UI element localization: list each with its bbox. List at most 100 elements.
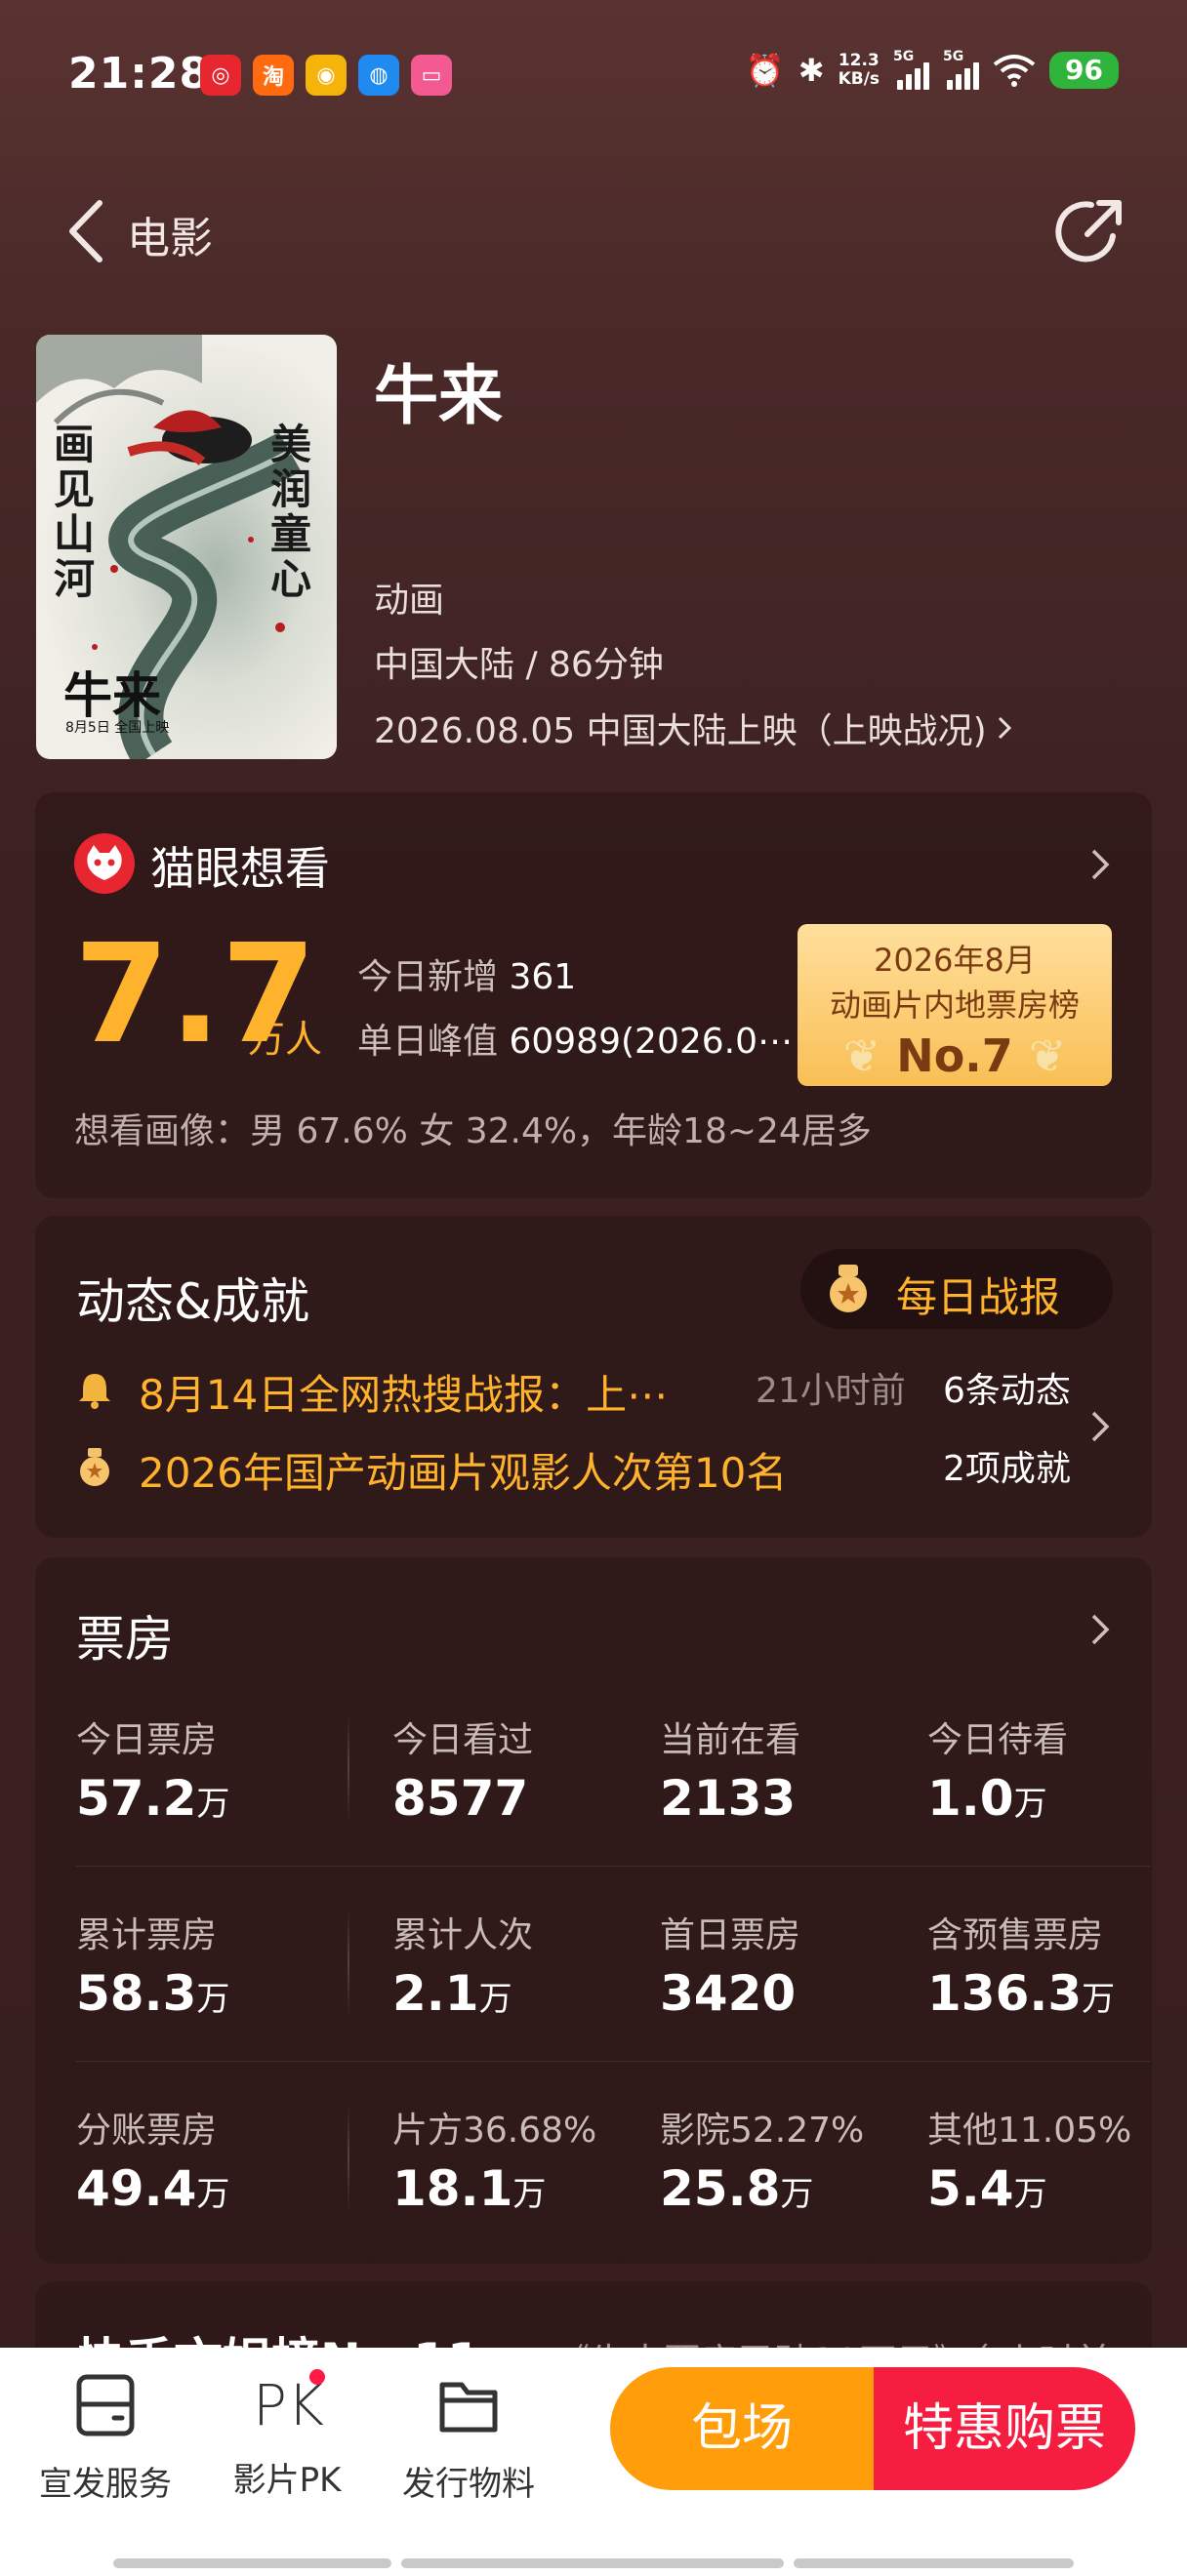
stat-value: 5.4万 bbox=[927, 2160, 1047, 2217]
laurel-icon: ❦ bbox=[842, 1029, 881, 1082]
movie-release-link[interactable]: 2026.08.05 中国大陆上映（上映战况) bbox=[374, 703, 1014, 753]
signal-icon: 5G bbox=[893, 49, 930, 90]
tab-promotion-service[interactable]: 宣发服务 bbox=[18, 2371, 193, 2505]
stat-value: 1.0万 bbox=[927, 1770, 1047, 1827]
nav-title[interactable]: 电影 bbox=[127, 203, 213, 265]
stat-other-share: 其他11.05% 5.4万 bbox=[927, 2102, 1152, 2217]
want-peak-value: 60989(2026.0⋯ bbox=[509, 1022, 793, 1062]
stat-total-admissions: 累计人次 2.1万 bbox=[392, 1907, 646, 2022]
stat-label: 含预售票房 bbox=[927, 1915, 1104, 1955]
home-indicator bbox=[113, 2558, 391, 2568]
movie-title: 牛来 bbox=[374, 358, 503, 433]
movie-release: 2026.08.05 中国大陆上映（上映战况) bbox=[374, 711, 987, 751]
stat-producer-share: 片方36.68% 18.1万 bbox=[392, 2102, 646, 2217]
bottom-action-bar: 宣发服务 PK 影片PK 发行物料 包场 特惠购票 bbox=[0, 2348, 1187, 2576]
stat-today-pending: 今日待看 1.0万 bbox=[927, 1711, 1181, 1827]
dynamics-card[interactable]: 动态&成就 每日战报 8月14日全网热搜战报：上⋯ 21小时前 6条动态 202… bbox=[35, 1216, 1152, 1538]
rank-badge-rank: ❦ No.7 ❦ bbox=[798, 1029, 1112, 1082]
tab-label: 发行物料 bbox=[402, 2465, 535, 2504]
stat-value: 3420 bbox=[660, 1965, 797, 2022]
poster-right-slogan: 美润童心 bbox=[270, 421, 312, 603]
clock: 21:28 bbox=[68, 49, 211, 99]
want-count-unit: 万人 bbox=[248, 1018, 323, 1061]
want-today-label: 今日新增 bbox=[357, 957, 499, 997]
stat-value: 2.1万 bbox=[392, 1965, 512, 2022]
column-divider bbox=[348, 1909, 349, 2016]
want-today-value: 361 bbox=[509, 957, 577, 997]
movie-genre: 动画 bbox=[374, 581, 445, 621]
want-card[interactable]: 猫眼想看 7.7 万人 今日新增 361 单日峰值 60989(2026.0⋯ … bbox=[35, 792, 1152, 1198]
daily-report-label: 每日战报 bbox=[896, 1273, 1061, 1321]
folder-icon bbox=[439, 2382, 498, 2433]
stat-value: 136.3万 bbox=[927, 1965, 1116, 2022]
status-bar: 21:28 ◎ 淘 ◉ ◍ ▭ ⏰ ✱ 12.3 KB/s 5G 5G 96 bbox=[0, 0, 1187, 146]
bell-icon bbox=[79, 1374, 110, 1409]
pk-icon: PK bbox=[253, 2369, 325, 2439]
audience-portrait: 想看画像：男 67.6% 女 32.4%，年龄18~24居多 bbox=[74, 1111, 872, 1151]
news-count[interactable]: 6条动态 bbox=[943, 1362, 1071, 1413]
weibo-icon: ◉ bbox=[306, 55, 347, 96]
stat-label: 当前在看 bbox=[660, 1720, 801, 1760]
network-speed-value: 12.3 bbox=[838, 51, 880, 70]
purchase-buttons: 包场 特惠购票 bbox=[610, 2367, 1135, 2490]
signal-label: 5G bbox=[893, 49, 915, 64]
share-icon[interactable] bbox=[1052, 193, 1130, 271]
stat-value: 25.8万 bbox=[660, 2160, 814, 2217]
news-text: 8月14日全网热搜战报：上⋯ bbox=[139, 1371, 669, 1419]
stat-split-box-office: 分账票房 49.4万 bbox=[76, 2102, 330, 2217]
stat-first-day: 首日票房 3420 bbox=[660, 1907, 914, 2022]
news-time: 21小时前 bbox=[756, 1371, 906, 1411]
network-speed: 12.3 KB/s bbox=[839, 52, 880, 89]
box-office-card[interactable]: 票房 今日票房 57.2万 今日看过 8577 当前在看 2133 今日待看 1… bbox=[35, 1557, 1152, 2264]
buy-ticket-button[interactable]: 特惠购票 bbox=[874, 2367, 1135, 2490]
achievement-count[interactable]: 2项成就 bbox=[943, 1440, 1071, 1491]
want-title: 猫眼想看 bbox=[150, 842, 330, 895]
maoyan-cat-icon bbox=[74, 833, 135, 894]
signal-label: 5G bbox=[943, 49, 964, 64]
back-arrow-icon[interactable] bbox=[61, 197, 119, 265]
medal-icon bbox=[830, 1265, 867, 1312]
tab-movie-pk[interactable]: PK 影片PK bbox=[199, 2369, 375, 2501]
home-indicator bbox=[401, 2558, 784, 2568]
row-divider bbox=[76, 2061, 1150, 2062]
tab-distribution-materials[interactable]: 发行物料 bbox=[381, 2371, 556, 2505]
movie-poster[interactable]: 画见山河 美润童心 牛来 8月5日 全国上映 bbox=[36, 335, 337, 759]
chevron-right-icon bbox=[1091, 1411, 1110, 1442]
rank-number: No.7 bbox=[896, 1029, 1013, 1082]
signal-icon: 5G bbox=[943, 49, 980, 90]
stat-label: 片方36.68% bbox=[392, 2111, 597, 2151]
rank-badge-period: 2026年8月 bbox=[874, 942, 1036, 979]
stat-label: 今日看过 bbox=[392, 1720, 534, 1760]
stat-label: 今日票房 bbox=[76, 1720, 218, 1760]
achievement-text: 2026年国产动画片观影人次第10名 bbox=[139, 1449, 788, 1497]
alarm-icon: ⏰ bbox=[745, 52, 785, 89]
daily-report-button[interactable]: 每日战报 bbox=[800, 1249, 1113, 1329]
stat-label: 影院52.27% bbox=[660, 2111, 865, 2151]
battery-indicator: 96 bbox=[1049, 52, 1119, 89]
stat-label: 累计人次 bbox=[392, 1915, 534, 1955]
taobao-icon: 淘 bbox=[253, 55, 294, 96]
home-indicator bbox=[794, 2558, 1074, 2568]
rank-badge[interactable]: 2026年8月 动画片内地票房榜 ❦ No.7 ❦ bbox=[798, 924, 1112, 1086]
chevron-right-icon bbox=[1091, 849, 1110, 880]
stat-with-presale: 含预售票房 136.3万 bbox=[927, 1907, 1181, 2022]
stat-label: 累计票房 bbox=[76, 1915, 218, 1955]
stat-total-box-office: 累计票房 58.3万 bbox=[76, 1907, 330, 2022]
netease-music-icon: ◎ bbox=[200, 55, 241, 96]
bluetooth-icon: ✱ bbox=[798, 52, 825, 89]
news-item[interactable]: 8月14日全网热搜战报：上⋯ bbox=[76, 1360, 759, 1419]
stat-cinema-share: 影院52.27% 25.8万 bbox=[660, 2102, 914, 2217]
stat-today-watched: 今日看过 8577 bbox=[392, 1711, 646, 1827]
want-peak: 单日峰值 60989(2026.0⋯ bbox=[357, 1013, 793, 1064]
wifi-icon bbox=[993, 55, 1036, 87]
chevron-right-icon bbox=[1091, 1614, 1110, 1645]
dynamics-title: 动态&成就 bbox=[76, 1273, 309, 1330]
book-screening-button[interactable]: 包场 bbox=[610, 2367, 874, 2490]
qq-icon: ◍ bbox=[358, 55, 399, 96]
column-divider bbox=[348, 1713, 349, 1821]
achievement-item[interactable]: 2026年国产动画片观影人次第10名 bbox=[76, 1438, 916, 1497]
tab-label: 影片PK bbox=[232, 2461, 342, 2500]
stat-label: 其他11.05% bbox=[927, 2111, 1132, 2151]
poster-date: 8月5日 全国上映 bbox=[65, 720, 170, 736]
stat-value: 2133 bbox=[660, 1770, 797, 1827]
